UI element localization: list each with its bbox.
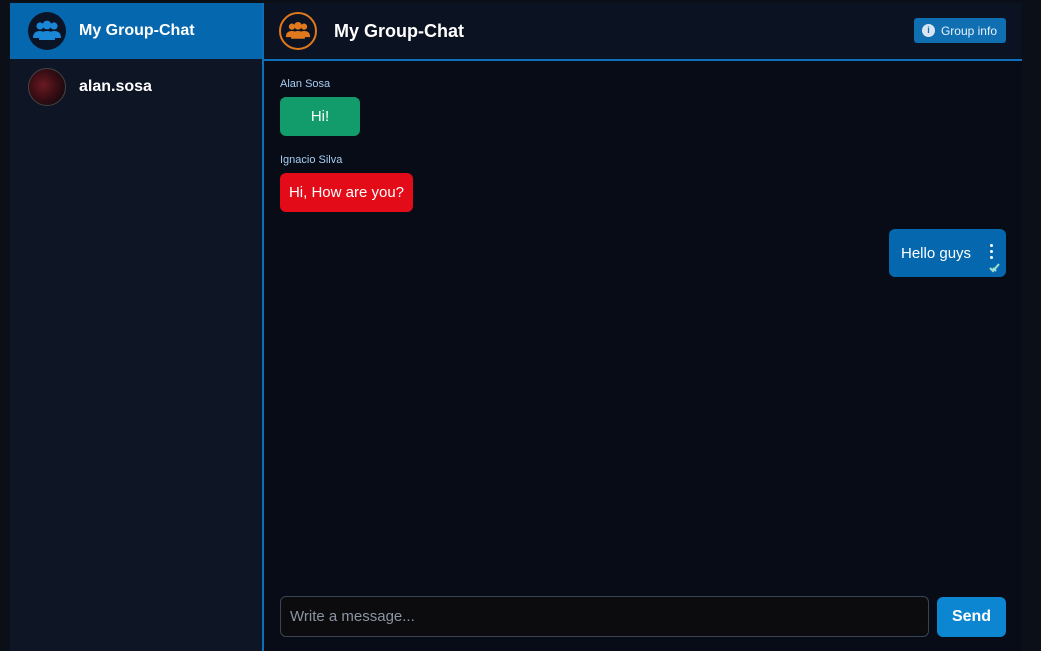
window-edge (1022, 0, 1041, 651)
sidebar: My Group-Chat alan.sosa (10, 3, 264, 651)
chat-panel: My Group-Chat i Group info Alan Sosa Hi!… (264, 3, 1022, 651)
page-title: My Group-Chat (334, 20, 464, 41)
message-sender: Ignacio Silva (280, 154, 343, 166)
message-bubble: Hi! (280, 97, 360, 136)
chat-header: My Group-Chat i Group info (264, 3, 1022, 61)
message-text: Hi! (310, 108, 330, 125)
info-icon: i (921, 24, 935, 37)
message-options-icon[interactable] (990, 244, 994, 259)
sidebar-item-label: alan.sosa (79, 78, 152, 95)
message-input[interactable] (280, 596, 929, 637)
message-text: Hello guys (901, 244, 972, 262)
group-info-button[interactable]: i Group info (913, 18, 1006, 43)
group-avatar-icon (279, 12, 317, 50)
sidebar-item-label: My Group-Chat (79, 22, 195, 39)
sidebar-item-group-chat[interactable]: My Group-Chat (10, 3, 262, 59)
sidebar-item-alan-sosa[interactable]: alan.sosa (10, 59, 262, 115)
app-frame: My Group-Chat alan.sosa My Group-Chat i … (10, 3, 1022, 651)
double-check-icon (989, 263, 1000, 273)
own-message-bubble: Hello guys (889, 229, 1006, 277)
message-bubble: Hi, How are you? (280, 173, 413, 212)
avatar (28, 68, 66, 106)
group-info-label: Group info (940, 23, 997, 38)
message-sender: Alan Sosa (280, 78, 331, 90)
users-icon (28, 12, 66, 50)
send-button[interactable]: Send (937, 597, 1006, 637)
message-text: Hi, How are you? (288, 184, 405, 201)
